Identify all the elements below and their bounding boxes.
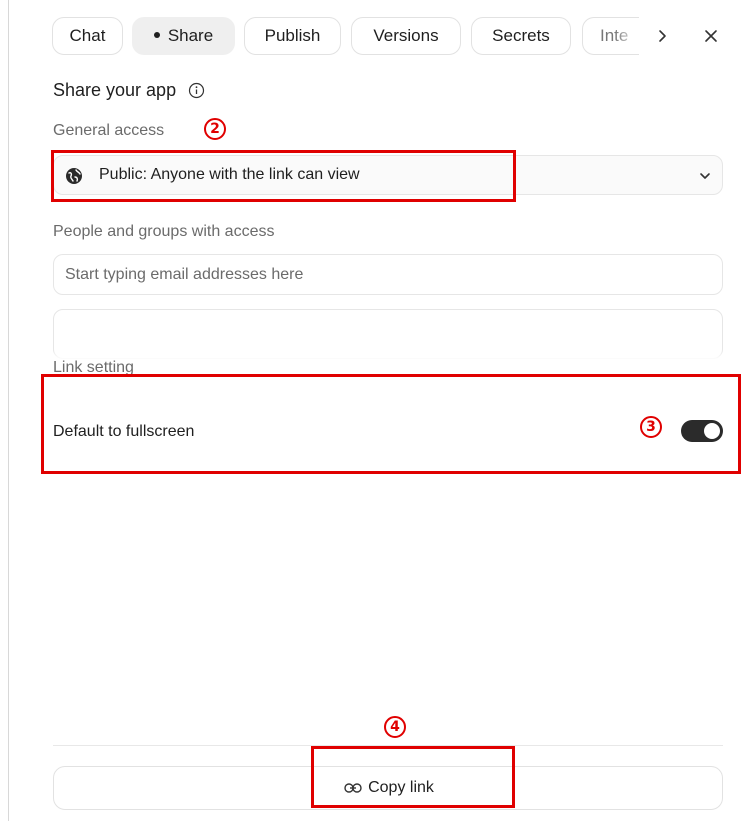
link-icon — [344, 783, 362, 793]
close-icon — [705, 30, 717, 42]
email-input[interactable] — [53, 254, 723, 295]
tab-integrations-label: Inte — [600, 26, 629, 45]
chevron-right-icon — [659, 30, 666, 42]
copy-link-button[interactable]: Copy link — [53, 766, 723, 810]
tab-versions[interactable]: Versions — [351, 17, 461, 55]
tab-share-label: Share — [167, 26, 214, 45]
tab-chat[interactable]: Chat — [52, 17, 123, 55]
footer-divider — [53, 745, 723, 746]
tab-integrations[interactable]: Inte — [582, 17, 639, 55]
toggle-knob — [704, 423, 720, 439]
tab-publish[interactable]: Publish — [244, 17, 341, 55]
fullscreen-label: Default to fullscreen — [53, 423, 195, 440]
tab-bar: Chat Share Publish Versions Secrets Inte — [0, 0, 755, 68]
active-dot-icon — [153, 31, 160, 38]
panel-left-border — [8, 0, 9, 821]
general-access-label: General access — [53, 122, 165, 139]
annotation-callout-2: 2 — [204, 118, 226, 140]
page-title: Share your app — [53, 80, 177, 100]
general-access-select[interactable]: Public: Anyone with the link can view — [53, 155, 723, 195]
annotation-callout-4: 4 — [384, 716, 406, 738]
people-list[interactable] — [53, 309, 723, 360]
tab-share[interactable]: Share — [132, 17, 235, 55]
annotation-callout-3: 3 — [640, 416, 662, 438]
info-icon — [188, 82, 205, 99]
share-heading-row: Share your app — [53, 80, 205, 101]
tab-secrets[interactable]: Secrets — [471, 17, 571, 55]
chevron-down-icon — [698, 169, 712, 188]
general-access-value: Public: Anyone with the link can view — [99, 166, 360, 183]
info-button[interactable] — [188, 82, 205, 99]
close-button[interactable] — [694, 17, 728, 55]
fullscreen-toggle[interactable] — [681, 420, 723, 442]
link-setting-label: Link setting — [53, 359, 134, 376]
tabs-next-button[interactable] — [645, 17, 679, 55]
copy-link-label: Copy link — [368, 779, 434, 796]
globe-icon — [65, 167, 83, 190]
people-access-label: People and groups with access — [53, 223, 275, 240]
